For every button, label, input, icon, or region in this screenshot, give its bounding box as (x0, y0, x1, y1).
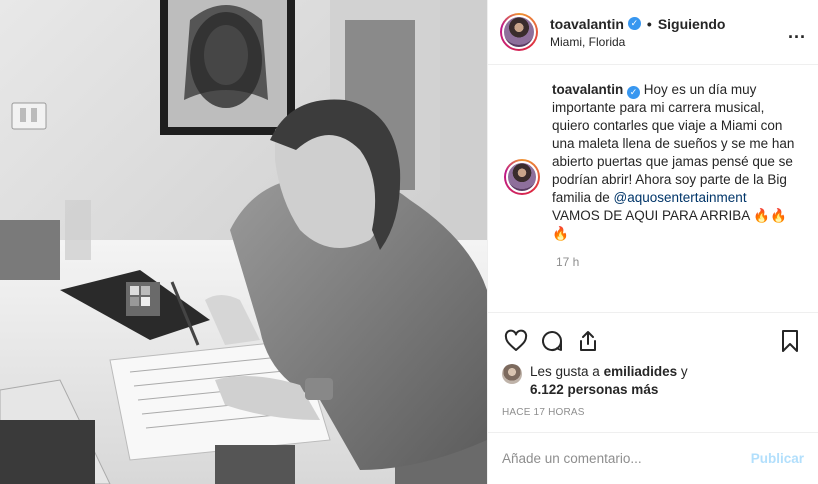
caption-avatar[interactable] (504, 159, 540, 195)
heart-icon[interactable] (502, 327, 530, 355)
caption: toavalantin ✓ Hoy es un día muy importan… (504, 81, 802, 243)
caption-username[interactable]: toavalantin (552, 82, 623, 97)
comment-icon[interactable] (538, 327, 566, 355)
comments-area: toavalantin ✓ Hoy es un día muy importan… (488, 65, 818, 312)
share-icon[interactable] (574, 327, 602, 355)
post-photo[interactable] (0, 0, 487, 484)
post-side-panel: toavalantin ✓ • Siguiendo Miami, Florida… (487, 0, 818, 484)
more-options-icon[interactable]: ... (788, 22, 806, 43)
add-comment-bar: Publicar (488, 432, 818, 484)
caption-mention-link[interactable]: @aquosentertainment (614, 190, 747, 205)
separator-dot: • (646, 15, 652, 32)
likes-prefix: Les gusta a (530, 364, 604, 379)
verified-badge-icon: ✓ (627, 17, 641, 30)
author-avatar-image (502, 15, 536, 49)
caption-body: Hoy es un día muy importante para mi car… (552, 82, 795, 205)
fire-emoji-icon: 🔥 (552, 226, 569, 241)
likes-summary: Les gusta a emiliadides y 6.122 personas… (502, 363, 804, 399)
post-header: toavalantin ✓ • Siguiendo Miami, Florida… (488, 0, 818, 65)
author-username[interactable]: toavalantin (550, 16, 624, 32)
likes-count-link[interactable]: 6.122 personas más (530, 382, 658, 397)
comment-input[interactable] (502, 451, 751, 466)
caption-timestamp[interactable]: 17 h (556, 255, 802, 269)
author-info: toavalantin ✓ • Siguiendo Miami, Florida (550, 16, 788, 49)
fire-emoji-icon: 🔥🔥 (753, 208, 787, 223)
likes-mid: y (677, 364, 688, 379)
follow-status-button[interactable]: Siguiendo (658, 16, 726, 32)
caption-avatar-image (506, 161, 538, 193)
post-photo-image (0, 0, 487, 484)
post-comment-button[interactable]: Publicar (751, 451, 804, 466)
liker-avatar[interactable] (502, 364, 522, 384)
caption-text: toavalantin ✓ Hoy es un día muy importan… (552, 81, 802, 243)
author-avatar[interactable] (500, 13, 538, 51)
post-timestamp[interactable]: HACE 17 HORAS (502, 407, 804, 418)
author-line: toavalantin ✓ • Siguiendo (550, 16, 788, 32)
liker-username[interactable]: emiliadides (604, 364, 678, 379)
verified-badge-icon: ✓ (627, 86, 641, 99)
bookmark-icon[interactable] (776, 327, 804, 355)
post-location[interactable]: Miami, Florida (550, 35, 788, 49)
post-actions: Les gusta a emiliadides y 6.122 personas… (488, 312, 818, 418)
caption-body-2: VAMOS DE AQUI PARA ARRIBA (552, 208, 750, 223)
action-icons (502, 325, 804, 357)
likes-text: Les gusta a emiliadides y 6.122 personas… (530, 363, 688, 399)
post-dialog: toavalantin ✓ • Siguiendo Miami, Florida… (0, 0, 818, 484)
